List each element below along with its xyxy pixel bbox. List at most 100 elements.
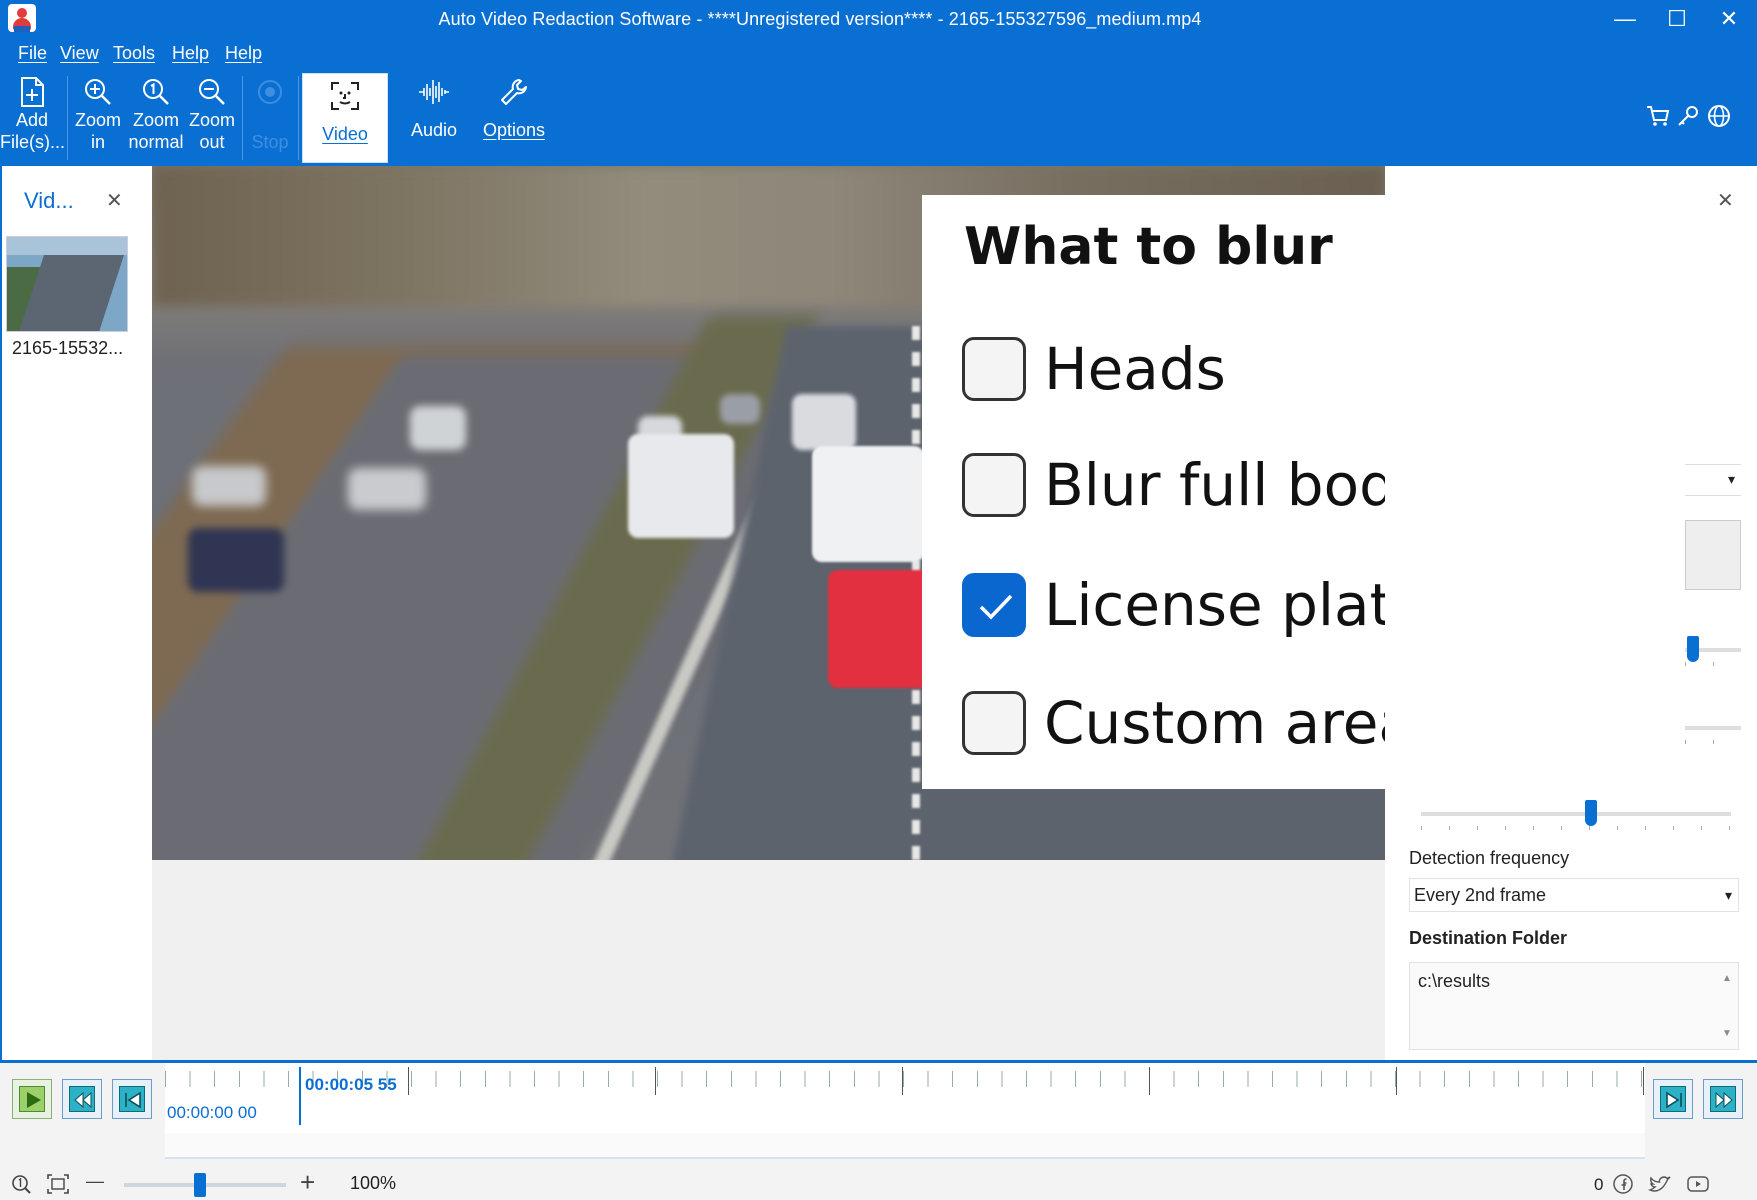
zoom-search-icon[interactable] [10,1173,32,1195]
settings-close-button[interactable]: ✕ [1717,188,1734,213]
zoom-in-label-2: in [90,132,105,152]
destination-folder-label: Destination Folder [1409,928,1568,948]
fast-forward-button[interactable] [1703,1079,1743,1119]
key-icon[interactable] [1676,104,1700,128]
playhead[interactable] [299,1067,301,1125]
ribbon-separator [242,76,243,160]
settings-panel: ✕ ▾ Detection frequency Every 2nd frame … [1385,166,1757,1060]
video-tab-label: Video [322,124,368,144]
menu-help[interactable]: Help [172,43,209,64]
scroll-down-icon[interactable]: ▼ [1718,1028,1736,1039]
slider-thumb[interactable] [1585,800,1597,826]
menu-tools[interactable]: Tools [113,43,155,64]
face-scan-icon [331,82,359,110]
detection-frequency-select[interactable]: Every 2nd frame ▾ [1409,878,1739,912]
zoom-in-label-1: Zoom [74,110,121,130]
scroll-up-icon[interactable]: ▲ [1718,973,1736,984]
zoom-normal-icon [143,79,169,105]
checkmark-icon [979,594,1013,620]
slider-thumb[interactable] [1687,636,1699,662]
menu-file[interactable]: File [18,43,47,64]
skip-back-icon [125,1091,141,1109]
options-tab-label: Options [482,120,546,140]
zoom-slider[interactable] [124,1173,286,1197]
panel-title: Vid... [24,188,74,213]
timeline-panel: 00:00:05 55 00:00:00 00 — + 100% 0 [0,1060,1757,1200]
twitter-icon[interactable] [1648,1173,1672,1195]
audio-wave-icon [419,80,449,104]
settings-dropdown[interactable]: ▾ [1685,464,1741,496]
car [410,406,466,450]
zoom-out-label-1: Zoom [188,110,235,130]
what-to-blur-title: What to blur [964,217,1333,277]
car [812,446,924,562]
destination-folder-field[interactable]: c:\results ▲ ▼ [1409,962,1739,1050]
ribbon-separator [67,76,68,160]
zoom-normal-button[interactable]: Zoom normal [128,70,184,166]
tab-options[interactable]: Options [476,70,552,166]
tab-audio[interactable]: Audio [396,70,472,166]
menu-view[interactable]: View [60,43,99,64]
add-files-label-1: Add [15,110,49,130]
ruler-major-tick [408,1067,409,1095]
menu-help-2[interactable]: Help [225,43,262,64]
video-file-label: 2165-15532... [12,338,124,358]
go-to-end-button[interactable] [1653,1079,1693,1119]
zoom-plus-button[interactable]: + [300,1167,315,1198]
settings-slider-1[interactable] [1685,636,1741,666]
panel-close-button[interactable]: ✕ [106,188,123,213]
zoom-out-button[interactable]: Zoom out [186,70,238,166]
video-files-panel: Vid... ✕ 2165-15532... [0,166,152,1060]
ruler-major-tick [1396,1067,1397,1095]
zoom-out-label-2: out [199,132,225,152]
zoom-normal-label-2: normal [128,132,184,152]
car [192,466,266,506]
heads-checkbox[interactable] [962,337,1026,401]
add-file-icon [21,77,44,107]
current-time: 00:00:05 55 [305,1075,397,1094]
fit-screen-icon[interactable] [46,1173,70,1195]
car [628,434,734,538]
tab-video[interactable]: Video [302,73,388,163]
zoom-minus-button[interactable]: — [86,1171,104,1192]
zoom-slider-thumb[interactable] [194,1173,206,1197]
globe-icon[interactable] [1707,104,1731,128]
zoom-out-icon [199,79,225,105]
cart-icon[interactable] [1646,104,1670,128]
video-thumbnail[interactable] [6,236,128,332]
settings-slider-2[interactable] [1421,800,1731,830]
what-to-blur-panel: What to blur Heads Blur full body Licens… [922,195,1458,789]
zoom-in-icon [85,79,111,105]
go-to-start-button[interactable] [112,1079,152,1119]
maximize-button[interactable]: ☐ [1652,0,1702,40]
youtube-icon[interactable] [1686,1173,1710,1195]
title-bar: Auto Video Redaction Software - ****Unre… [0,0,1757,40]
blur-full-body-checkbox[interactable] [962,453,1026,517]
timeline-ruler[interactable]: 00:00:05 55 00:00:00 00 [165,1063,1645,1133]
settings-button[interactable] [1685,520,1741,590]
custom-area-checkbox[interactable] [962,691,1026,755]
facebook-icon[interactable] [1612,1173,1634,1195]
stop-icon [258,80,282,104]
destination-folder-value: c:\results [1418,971,1491,991]
detection-frequency-label: Detection frequency [1409,848,1570,868]
stop-button[interactable]: Stop [246,70,294,166]
window-title: Auto Video Redaction Software - ****Unre… [438,9,1202,29]
zoom-in-button[interactable]: Zoom in [70,70,126,166]
license-plates-checkbox[interactable] [962,573,1026,637]
minimize-button[interactable]: — [1600,0,1650,40]
settings-slider-track[interactable] [1685,714,1741,744]
status-bar: — + 100% 0 [0,1167,1757,1200]
play-button[interactable] [12,1079,52,1119]
custom-area-label: Custom area [1044,689,1414,757]
chevron-down-icon: ▾ [1727,471,1735,487]
ruler-major-tick [1149,1067,1150,1095]
add-files-button[interactable]: Add File(s)... [0,70,65,166]
rewind-button[interactable] [62,1079,102,1119]
scrollbar[interactable]: ▲ ▼ [1718,965,1736,1049]
ruler-major-tick [1643,1067,1644,1095]
play-icon [27,1092,41,1108]
close-window-button[interactable]: ✕ [1704,0,1754,40]
timeline-track[interactable] [165,1133,1645,1159]
zoom-normal-label-1: Zoom [132,110,179,130]
